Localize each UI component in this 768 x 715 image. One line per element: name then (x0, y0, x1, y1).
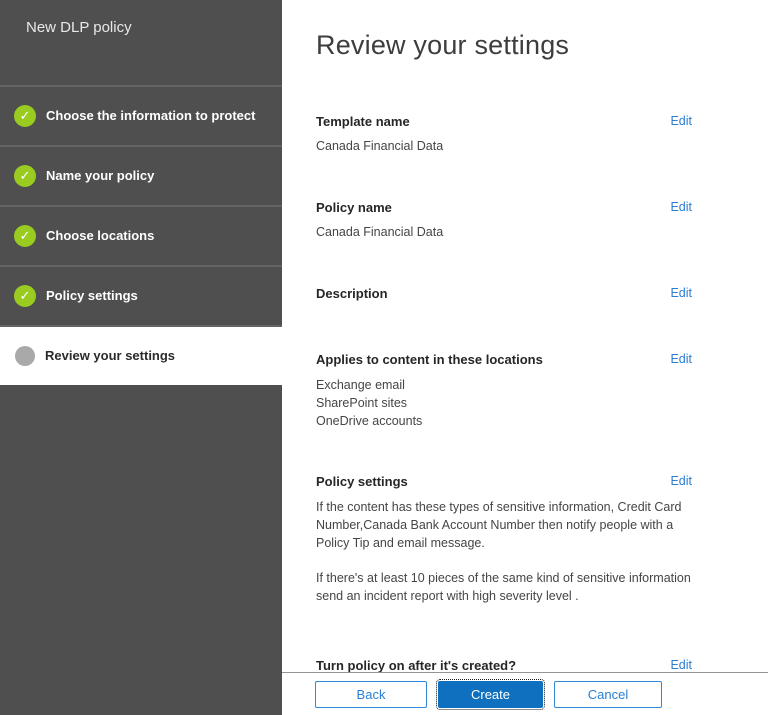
review-settings-panel: Review your settings Template name Edit … (282, 0, 768, 715)
location-item: OneDrive accounts (316, 414, 423, 428)
step-review-settings[interactable]: Review your settings (0, 325, 282, 385)
cancel-button[interactable]: Cancel (554, 680, 662, 708)
check-icon: ✓ (14, 285, 36, 307)
policy-settings-incident-report: If there's at least 10 pieces of the sam… (316, 571, 691, 603)
section-locations: Applies to content in these locations Ed… (316, 351, 692, 430)
current-step-dot-icon (15, 346, 35, 366)
wizard-footer: Back Create Cancel (282, 672, 768, 715)
section-policy-name: Policy name Edit Canada Financial Data (316, 199, 692, 241)
edit-locations-link[interactable]: Edit (670, 351, 692, 368)
create-button[interactable]: Create (436, 678, 545, 710)
location-item: SharePoint sites (316, 396, 408, 410)
check-icon: ✓ (14, 165, 36, 187)
section-description: Description Edit (316, 285, 692, 302)
section-title: Description (316, 286, 388, 301)
edit-description-link[interactable]: Edit (670, 285, 692, 302)
step-policy-settings[interactable]: ✓ Policy settings (0, 265, 282, 325)
step-choose-information[interactable]: ✓ Choose the information to protect (0, 85, 282, 145)
page-title: Review your settings (316, 30, 570, 60)
back-button[interactable]: Back (315, 680, 427, 708)
edit-policy-settings-link[interactable]: Edit (670, 473, 692, 490)
check-icon: ✓ (14, 225, 36, 247)
section-template-name: Template name Edit Canada Financial Data (316, 113, 692, 155)
template-name-value: Canada Financial Data (316, 139, 444, 153)
sidebar-header: New DLP policy (0, 0, 282, 85)
step-choose-locations[interactable]: ✓ Choose locations (0, 205, 282, 265)
step-label: Policy settings (46, 288, 138, 303)
edit-policy-name-link[interactable]: Edit (670, 199, 692, 216)
sidebar-filler (0, 385, 282, 715)
wizard-title: New DLP policy (26, 19, 132, 36)
policy-name-value: Canada Financial Data (316, 225, 444, 239)
step-label: Choose locations (46, 228, 155, 243)
section-title: Applies to content in these locations (316, 352, 543, 367)
step-label: Choose the information to protect (46, 108, 256, 123)
edit-template-name-link[interactable]: Edit (670, 113, 692, 130)
step-label: Name your policy (46, 168, 155, 183)
check-icon: ✓ (14, 105, 36, 127)
section-policy-settings: Policy settings Edit If the content has … (316, 473, 692, 605)
policy-settings-summary: If the content has these types of sensit… (316, 500, 682, 550)
section-title: Policy name (316, 200, 392, 215)
wizard-sidebar: New DLP policy ✓ Choose the information … (0, 0, 282, 715)
section-title: Template name (316, 114, 410, 129)
section-title: Policy settings (316, 474, 408, 489)
step-name-policy[interactable]: ✓ Name your policy (0, 145, 282, 205)
step-label: Review your settings (45, 348, 176, 363)
location-item: Exchange email (316, 378, 405, 392)
new-dlp-policy-wizard: New DLP policy ✓ Choose the information … (0, 0, 768, 715)
